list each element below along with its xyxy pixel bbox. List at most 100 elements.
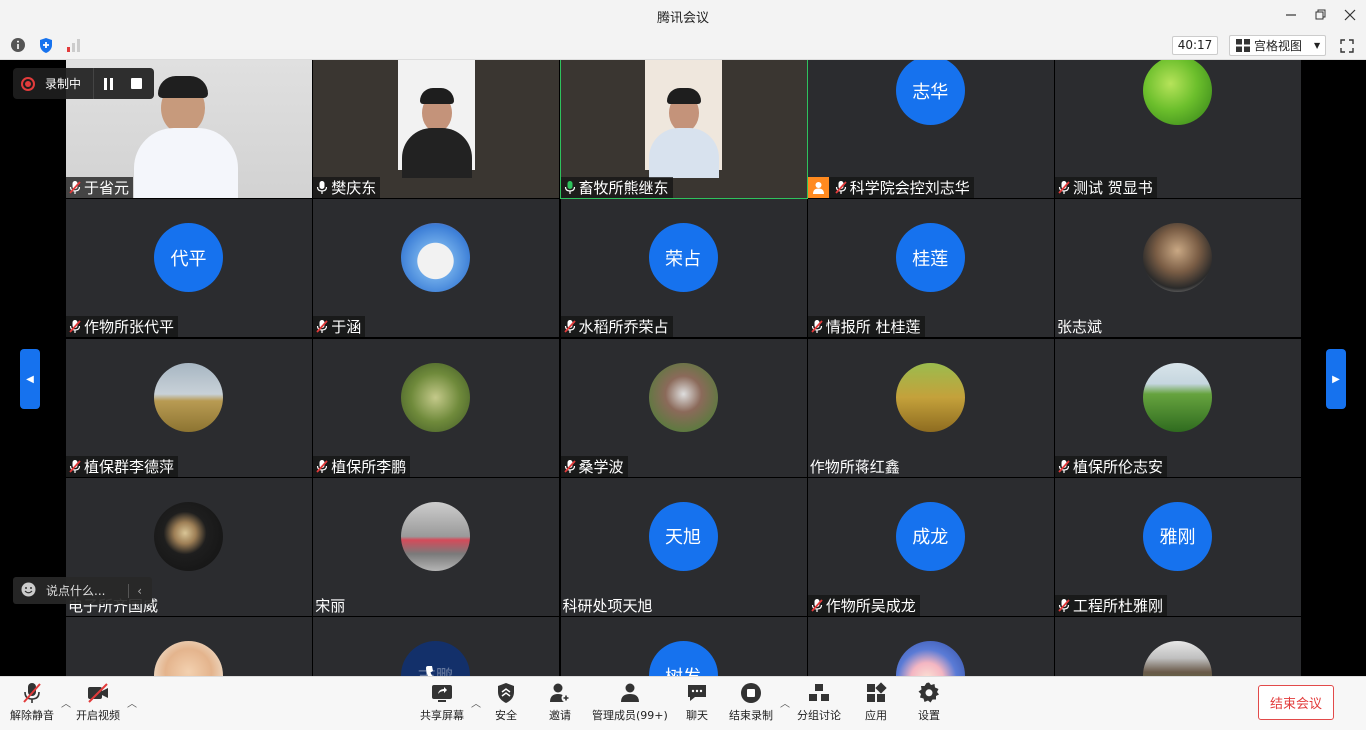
mic-muted-icon [1057, 597, 1071, 613]
participant-tile[interactable]: 樊庆东 [313, 60, 560, 198]
participant-tile[interactable]: 桂莲 情报所 杜桂莲 [807, 199, 1054, 338]
stop-recording-icon[interactable] [131, 78, 143, 89]
avatar-photo [1143, 641, 1212, 676]
participant-tile[interactable]: 天旭 科研处项天旭 [560, 477, 807, 616]
participant-name: 畜牧所熊继东 [578, 179, 669, 197]
video-options-chevron-icon[interactable]: ︿ [127, 695, 137, 710]
window-title: 腾讯会议 [656, 11, 709, 26]
participant-tile[interactable] [1055, 617, 1301, 676]
stop-recording-label: 结束录制 [729, 709, 773, 722]
participant-name-bar: 于涵 [313, 316, 366, 338]
avatar: 树发 [648, 641, 718, 676]
share-screen-icon [432, 685, 452, 702]
participant-name-bar: 植保群李德萍 [66, 455, 179, 477]
signal-icon[interactable] [65, 36, 83, 54]
chevron-right-icon: ▶ [1332, 373, 1340, 385]
avatar-photo [1143, 362, 1212, 432]
participant-tile[interactable]: 荣占 水稻所乔荣占 [560, 199, 807, 338]
share-options-chevron-icon[interactable]: ︿ [471, 695, 481, 710]
participant-tile[interactable]: 张志斌 [1055, 199, 1301, 338]
participant-tile[interactable]: 植保所李鹏 [313, 338, 560, 477]
participant-tile[interactable]: 植保群李德萍 [66, 338, 312, 477]
chevron-left-icon: ◀ [26, 373, 34, 385]
layout-switch-button[interactable]: 宫格视图 ▼ [1229, 35, 1326, 56]
participant-name: 作物所吴成龙 [825, 596, 916, 615]
mic-options-chevron-icon[interactable]: ︿ [61, 695, 71, 710]
pause-recording-icon[interactable] [104, 77, 114, 90]
apps-button[interactable]: 应用 [864, 681, 888, 723]
participant-name-bar: 科学院会控刘志华 [807, 177, 974, 198]
record-options-chevron-icon[interactable]: ︿ [780, 695, 790, 710]
invite-button[interactable]: 邀请 [548, 681, 572, 723]
participant-tile[interactable]: 于涵 [313, 199, 560, 338]
chat-input-bar[interactable]: 说点什么... ‹ [13, 577, 152, 604]
collapse-chat-icon[interactable]: ‹ [128, 583, 142, 598]
participant-tile[interactable]: 植保所伦志安 [1055, 338, 1301, 477]
security-label: 安全 [495, 709, 517, 722]
emoji-icon[interactable] [21, 582, 36, 600]
mic-muted-icon [68, 458, 82, 474]
grid-view-icon [1236, 39, 1250, 52]
breakout-rooms-button[interactable]: 分组讨论 [797, 681, 841, 723]
participant-tile[interactable] [66, 617, 312, 676]
participant-tile[interactable]: 志华科学院会控刘志华 [807, 60, 1054, 198]
avatar-photo [154, 641, 223, 676]
stop-recording-button[interactable]: 结束录制 [729, 681, 773, 723]
participant-tile[interactable] [807, 617, 1054, 676]
next-page-button[interactable]: ▶ [1326, 349, 1346, 409]
shield-icon [498, 683, 514, 703]
minimize-icon[interactable] [1280, 4, 1302, 26]
meeting-info-icon[interactable] [9, 36, 27, 54]
chat-button[interactable]: 聊天 [685, 681, 709, 723]
avatar: 志华 [895, 60, 965, 125]
apps-icon [867, 682, 887, 702]
start-video-button[interactable]: 开启视频 [76, 681, 120, 723]
settings-button[interactable]: 设置 [917, 681, 941, 723]
fullscreen-icon[interactable] [1337, 36, 1357, 55]
participant-name: 植保所伦志安 [1073, 457, 1164, 476]
prev-page-button[interactable]: ◀ [20, 349, 40, 409]
mic-muted-icon [1057, 458, 1071, 474]
participant-tile[interactable]: 桑学波 [560, 338, 807, 477]
mic-muted-icon [68, 180, 82, 196]
chat-input-placeholder[interactable]: 说点什么... [46, 582, 105, 599]
recording-indicator: 录制中 [13, 68, 154, 99]
mic-muted-icon [563, 458, 577, 474]
participant-tile[interactable]: 代平 作物所张代平 [66, 199, 312, 338]
close-icon[interactable] [1339, 4, 1361, 26]
bottom-toolbar: 解除静音 ︿ 开启视频 ︿ 共享屏幕 ︿ 安全 邀请 管理成员(99+) 聊天 … [0, 676, 1366, 730]
participant-name: 水稻所乔荣占 [578, 318, 669, 337]
participant-name-bar: 植保所李鹏 [313, 455, 411, 477]
participant-name: 测试 贺显书 [1073, 179, 1153, 197]
end-meeting-button[interactable]: 结束会议 [1258, 685, 1334, 720]
share-screen-button[interactable]: 共享屏幕 [420, 681, 464, 723]
participant-tile[interactable]: 测试 贺显书 [1055, 60, 1301, 198]
layout-label: 宫格视图 [1254, 39, 1303, 53]
participant-tile[interactable]: 作物所蒋红鑫 [807, 338, 1054, 477]
participant-tile[interactable]: 树发 [560, 617, 807, 676]
participant-tile[interactable]: 畜牧所熊继东 [559, 60, 808, 199]
start-video-label: 开启视频 [76, 709, 120, 722]
participant-name-bar: 科研处项天旭 [561, 595, 657, 616]
participant-name-bar: 测试 贺显书 [1055, 177, 1157, 198]
security-button[interactable]: 安全 [495, 681, 517, 723]
participant-tile[interactable]: 志鹏 [313, 617, 560, 676]
restore-icon[interactable] [1310, 4, 1332, 26]
breakout-icon [809, 684, 829, 701]
participant-name-bar: 桑学波 [560, 455, 628, 477]
participant-tile[interactable]: 成龙 作物所吴成龙 [807, 477, 1054, 616]
avatar-photo [648, 362, 718, 432]
mic-muted-icon [23, 683, 41, 703]
participant-tile[interactable]: 雅刚 工程所杜雅刚 [1055, 477, 1301, 616]
mic-muted-icon [810, 597, 824, 613]
mic-muted-icon [810, 319, 824, 335]
participant-name: 于涵 [331, 318, 362, 337]
unmute-button[interactable]: 解除静音 [10, 681, 54, 723]
invite-label: 邀请 [549, 709, 571, 722]
participant-tile[interactable]: 宋丽 [313, 477, 560, 616]
phone-icon [423, 663, 447, 676]
avatar-photo [895, 641, 965, 676]
manage-members-button[interactable]: 管理成员(99+) [592, 681, 668, 723]
participant-name-bar: 宋丽 [313, 595, 349, 616]
security-shield-icon[interactable] [37, 36, 55, 54]
